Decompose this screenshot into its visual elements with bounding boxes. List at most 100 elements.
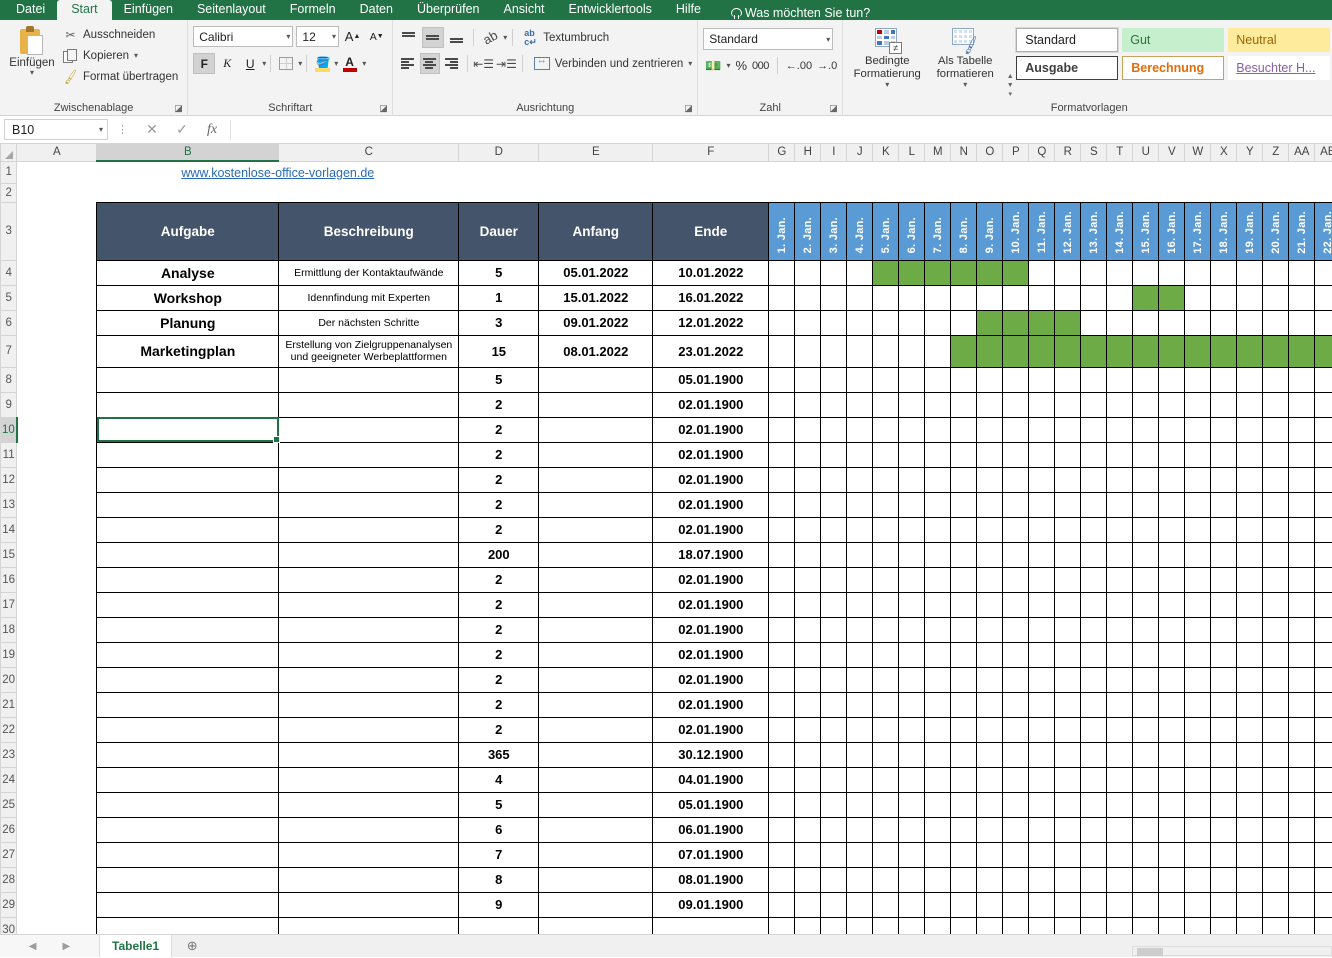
gantt-empty-cell[interactable] (1288, 716, 1316, 743)
column-header-d[interactable]: D (458, 144, 540, 162)
gantt-empty-cell[interactable] (1054, 284, 1082, 311)
gantt-empty-cell[interactable] (1158, 791, 1186, 818)
cell-ende-24[interactable]: 04.01.1900 (652, 766, 770, 793)
gantt-empty-cell[interactable] (1236, 516, 1264, 543)
gantt-empty-cell[interactable] (1184, 491, 1212, 518)
cell-empty[interactable] (1236, 161, 1263, 183)
gantt-empty-cell[interactable] (1132, 816, 1160, 843)
gantt-empty-cell[interactable] (898, 334, 926, 368)
cell-empty[interactable] (538, 161, 653, 183)
gantt-bar-cell[interactable] (1054, 309, 1082, 336)
cell-aufgabe-21[interactable] (96, 691, 280, 718)
gantt-empty-cell[interactable] (1314, 516, 1332, 543)
cancel-entry-button[interactable]: ✕ (137, 121, 167, 138)
gantt-empty-cell[interactable] (1210, 866, 1238, 893)
gantt-empty-cell[interactable] (1002, 691, 1030, 718)
gantt-empty-cell[interactable] (846, 691, 874, 718)
gantt-empty-cell[interactable] (1210, 466, 1238, 493)
align-bottom-button[interactable] (446, 27, 468, 48)
gantt-empty-cell[interactable] (898, 641, 926, 668)
gantt-empty-cell[interactable] (1028, 466, 1056, 493)
gantt-empty-cell[interactable] (1236, 366, 1264, 393)
gantt-empty-cell[interactable] (1184, 566, 1212, 593)
underline-button[interactable]: U (239, 53, 261, 74)
gantt-empty-cell[interactable] (846, 741, 874, 768)
cell-aufgabe-18[interactable] (96, 616, 280, 643)
gantt-empty-cell[interactable] (1262, 366, 1290, 393)
row-header-5[interactable]: 5 (0, 284, 18, 311)
gantt-empty-cell[interactable] (924, 366, 952, 393)
column-header-x[interactable]: X (1210, 144, 1238, 162)
gantt-empty-cell[interactable] (1236, 641, 1264, 668)
gantt-empty-cell[interactable] (1158, 391, 1186, 418)
cell-empty[interactable] (1210, 183, 1237, 202)
gantt-empty-cell[interactable] (1106, 591, 1134, 618)
gantt-empty-cell[interactable] (820, 591, 848, 618)
cell-a19[interactable] (16, 642, 97, 667)
cell-a11[interactable] (16, 442, 97, 467)
cell-empty[interactable] (1184, 183, 1211, 202)
gantt-empty-cell[interactable] (1002, 591, 1030, 618)
gantt-empty-cell[interactable] (950, 309, 978, 336)
date-header-11[interactable]: 11. Jan. (1028, 201, 1056, 261)
gantt-empty-cell[interactable] (846, 309, 874, 336)
gantt-empty-cell[interactable] (976, 416, 1004, 443)
gantt-empty-cell[interactable] (872, 566, 900, 593)
cell-aufgabe-19[interactable] (96, 641, 280, 668)
gantt-empty-cell[interactable] (898, 866, 926, 893)
gantt-empty-cell[interactable] (768, 566, 796, 593)
cell-dauer-11[interactable]: 2 (458, 441, 540, 468)
cell-style-ausgabe[interactable]: Ausgabe (1016, 56, 1119, 80)
row-header-26[interactable]: 26 (0, 816, 18, 843)
gantt-empty-cell[interactable] (1028, 566, 1056, 593)
gantt-empty-cell[interactable] (794, 366, 822, 393)
gantt-empty-cell[interactable] (846, 591, 874, 618)
gantt-empty-cell[interactable] (768, 441, 796, 468)
date-header-22[interactable]: 22. Jan. (1314, 201, 1332, 261)
gantt-empty-cell[interactable] (1262, 616, 1290, 643)
gantt-empty-cell[interactable] (768, 259, 796, 286)
gantt-empty-cell[interactable] (1002, 516, 1030, 543)
gantt-empty-cell[interactable] (1184, 616, 1212, 643)
gantt-empty-cell[interactable] (1184, 891, 1212, 918)
cell-empty[interactable] (794, 183, 821, 202)
gantt-empty-cell[interactable] (1080, 466, 1108, 493)
gantt-empty-cell[interactable] (872, 916, 900, 934)
row-header-6[interactable]: 6 (0, 309, 18, 336)
gantt-empty-cell[interactable] (1158, 666, 1186, 693)
gantt-empty-cell[interactable] (950, 816, 978, 843)
gantt-empty-cell[interactable] (1054, 616, 1082, 643)
gantt-empty-cell[interactable] (1236, 841, 1264, 868)
gantt-empty-cell[interactable] (976, 691, 1004, 718)
date-header-4[interactable]: 4. Jan. (846, 201, 874, 261)
formula-bar-grip[interactable]: ⋮ (108, 123, 137, 136)
gantt-empty-cell[interactable] (768, 716, 796, 743)
date-header-9[interactable]: 9. Jan. (976, 201, 1004, 261)
cell-a20[interactable] (16, 667, 97, 692)
cell-anfang-4[interactable]: 05.01.2022 (538, 259, 654, 286)
spreadsheet-grid[interactable]: A B C D E F G H I J K L M N O P Q R S T U V W X Y Z AA AB 1 www.koste… (0, 144, 1332, 934)
gantt-empty-cell[interactable] (1002, 391, 1030, 418)
gantt-empty-cell[interactable] (1262, 259, 1290, 286)
gantt-empty-cell[interactable] (924, 591, 952, 618)
column-header-aa[interactable]: AA (1288, 144, 1316, 162)
gantt-empty-cell[interactable] (1080, 391, 1108, 418)
gantt-empty-cell[interactable] (1132, 516, 1160, 543)
cell-beschreibung-27[interactable] (278, 841, 460, 868)
gantt-empty-cell[interactable] (1184, 816, 1212, 843)
gantt-empty-cell[interactable] (768, 841, 796, 868)
gantt-empty-cell[interactable] (1054, 841, 1082, 868)
gantt-empty-cell[interactable] (1080, 866, 1108, 893)
gantt-empty-cell[interactable] (820, 466, 848, 493)
gantt-empty-cell[interactable] (1262, 816, 1290, 843)
gantt-empty-cell[interactable] (1158, 641, 1186, 668)
gantt-empty-cell[interactable] (950, 766, 978, 793)
gantt-empty-cell[interactable] (768, 334, 796, 368)
date-header-1[interactable]: 1. Jan. (768, 201, 796, 261)
gantt-empty-cell[interactable] (1210, 259, 1238, 286)
row-header-4[interactable]: 4 (0, 259, 18, 286)
gantt-empty-cell[interactable] (768, 791, 796, 818)
gantt-empty-cell[interactable] (846, 841, 874, 868)
cell-empty[interactable] (1158, 161, 1185, 183)
gantt-empty-cell[interactable] (1002, 441, 1030, 468)
